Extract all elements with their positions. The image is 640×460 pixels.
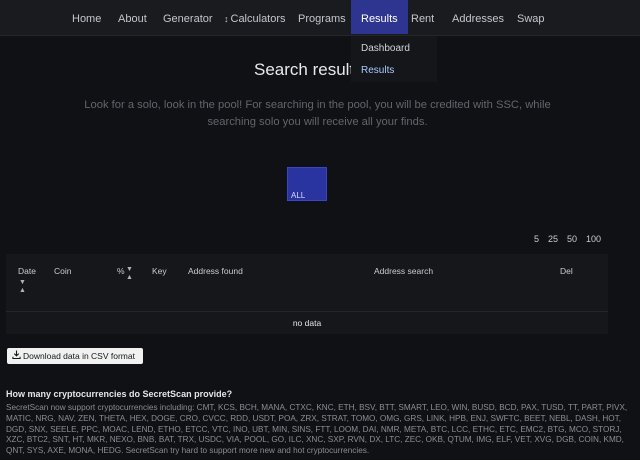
column-header-percent[interactable]: %	[117, 266, 125, 276]
sort-arrows-icon[interactable]: ▼ ▲	[126, 266, 133, 282]
table-empty-message: no data	[292, 318, 322, 328]
column-header-address-search: Address search	[374, 266, 434, 276]
nav-addresses[interactable]: Addresses	[452, 0, 504, 34]
navbar: Home About Generator ↕ Calculators Progra…	[0, 0, 640, 36]
filter-all-button[interactable]: ALL	[287, 167, 327, 201]
download-icon	[12, 348, 21, 364]
sort-arrows-icon[interactable]: ▼ ▲	[19, 279, 26, 295]
nav-calculators[interactable]: ↕ Calculators	[224, 0, 286, 34]
nav-programs[interactable]: Programs	[298, 0, 346, 34]
nav-generator[interactable]: Generator	[163, 0, 213, 34]
nav-swap[interactable]: Swap	[517, 0, 545, 34]
results-table: Date ▼ ▲ Coin % ▼ ▲ Key Address found Addr…	[6, 254, 608, 334]
column-header-del: Del	[560, 266, 573, 276]
faq-question: How many cryptocurrencies do SecretScan …	[6, 389, 233, 399]
nav-calculators-label: Calculators	[230, 13, 286, 25]
page-size-25[interactable]: 25	[548, 234, 558, 244]
page-size-50[interactable]: 50	[567, 234, 577, 244]
updown-arrows-icon: ↕	[224, 14, 229, 24]
dropdown-item-dashboard[interactable]: Dashboard	[361, 43, 410, 54]
column-header-address-found: Address found	[188, 266, 243, 276]
page-size-100[interactable]: 100	[586, 234, 601, 244]
faq-answer: SecretScan now support cryptocurrencies …	[6, 403, 628, 456]
column-header-coin[interactable]: Coin	[54, 266, 71, 276]
page-title: Search result	[254, 60, 355, 79]
nav-rent[interactable]: Rent	[411, 0, 434, 34]
table-divider	[6, 311, 608, 312]
nav-about[interactable]: About	[118, 0, 147, 34]
download-csv-label: Download data in CSV format	[23, 351, 135, 361]
download-csv-button[interactable]: Download data in CSV format	[7, 348, 143, 364]
results-dropdown-menu: Dashboard Results	[351, 36, 437, 82]
column-header-date[interactable]: Date	[18, 266, 36, 276]
page-size-5[interactable]: 5	[534, 234, 539, 244]
nav-home[interactable]: Home	[72, 0, 101, 34]
nav-results[interactable]: Results	[351, 0, 408, 34]
page-subtitle: Look for a solo, look in the pool! For s…	[84, 99, 551, 128]
column-header-key: Key	[152, 266, 167, 276]
dropdown-item-results[interactable]: Results	[361, 65, 394, 76]
